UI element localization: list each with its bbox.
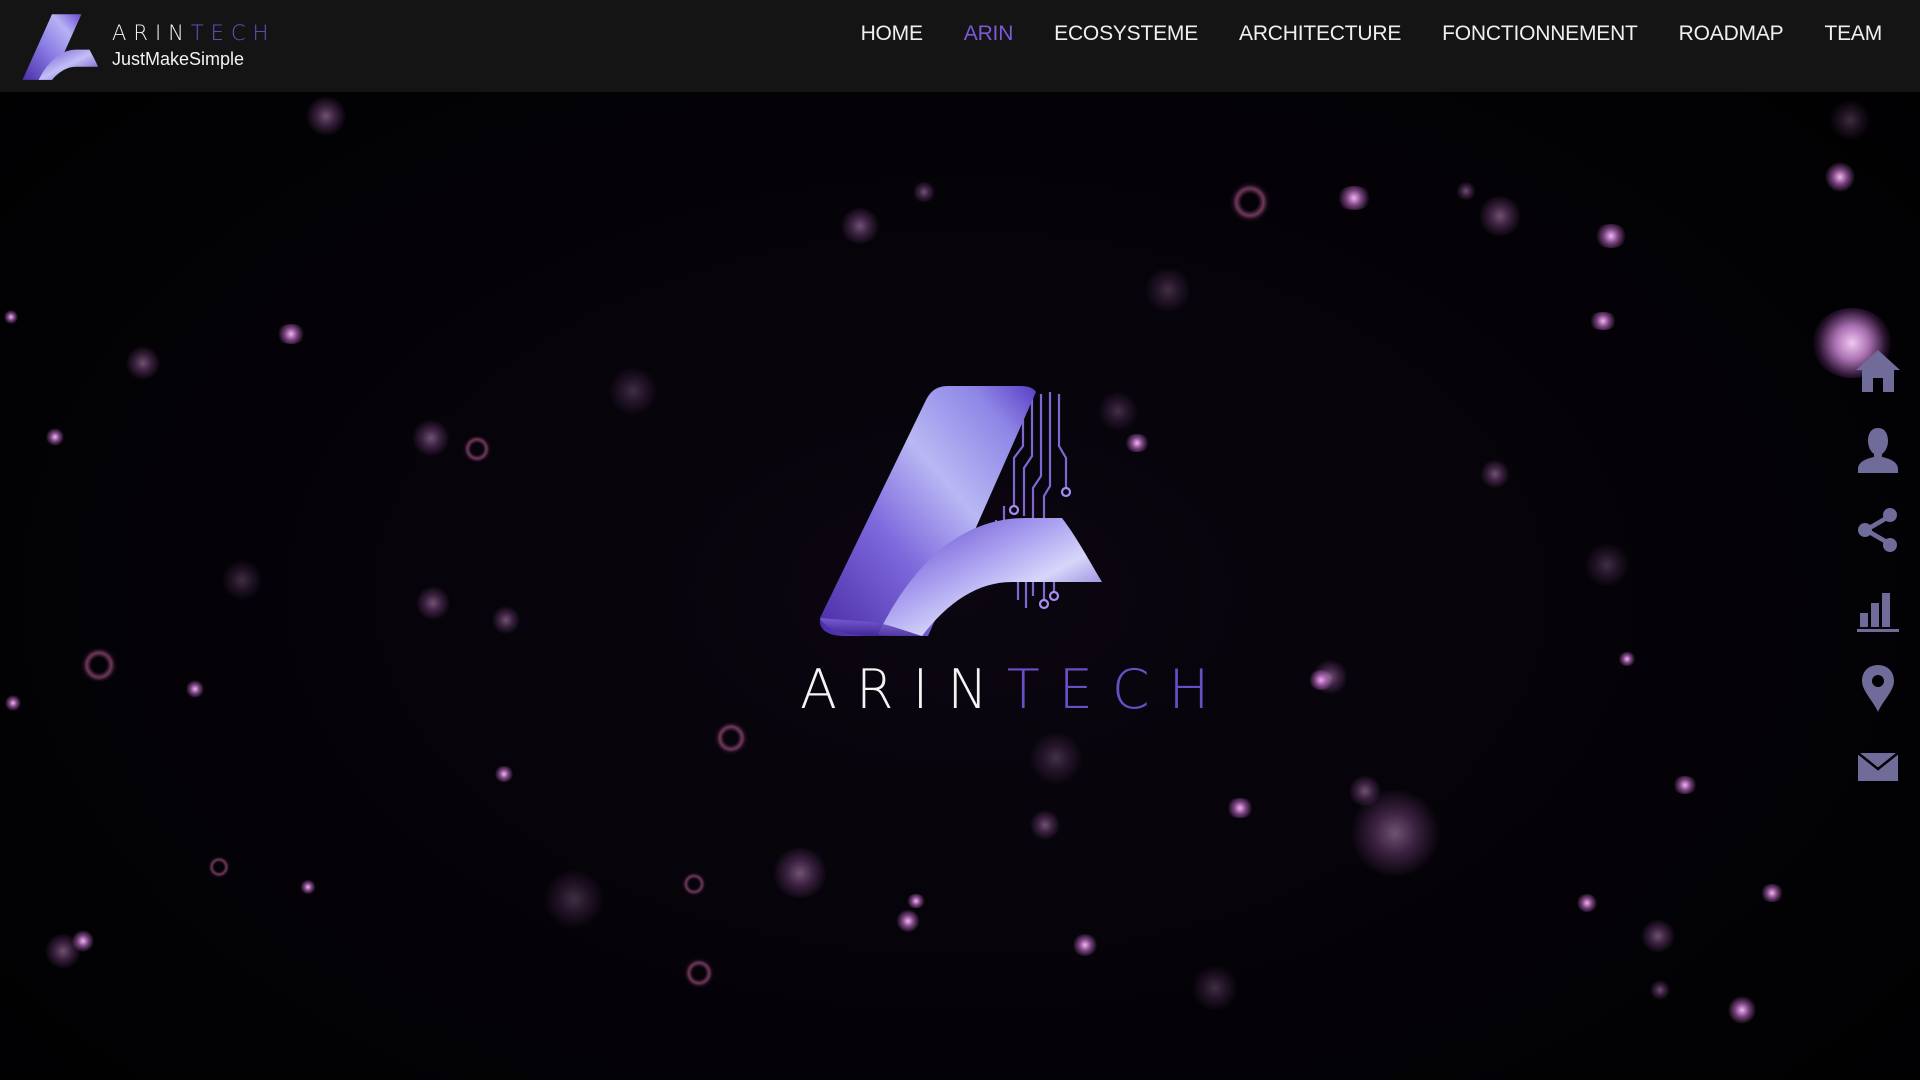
hero-wordmark: ARINTECH [800, 658, 1209, 722]
particle [1124, 434, 1150, 452]
brand-tagline: JustMakeSimple [112, 49, 245, 69]
particle [1098, 392, 1138, 430]
particle [1230, 182, 1270, 222]
arintech-logo-icon [22, 14, 98, 80]
particle [494, 766, 514, 782]
side-nav-home[interactable] [1852, 346, 1904, 398]
particle [684, 958, 714, 988]
particle [4, 310, 18, 324]
particle [1192, 966, 1238, 1010]
particle [1584, 544, 1630, 586]
brand-text: ARINTECH JustMakeSimple [112, 20, 275, 70]
arintech-logo-icon [819, 386, 1102, 636]
share-icon [1858, 508, 1897, 552]
particle [300, 880, 316, 894]
particle [682, 872, 706, 896]
particle [1672, 776, 1698, 794]
brand-logo[interactable]: ARINTECH JustMakeSimple [22, 14, 275, 82]
particle [772, 848, 828, 898]
side-nav-stats[interactable] [1852, 583, 1904, 635]
particle [276, 324, 306, 344]
particle [1336, 186, 1372, 210]
particle [544, 870, 604, 928]
particle [416, 586, 450, 620]
particle [1830, 100, 1870, 140]
particle [1618, 652, 1636, 666]
particle [412, 420, 450, 456]
side-nav [1852, 346, 1904, 820]
particle [1825, 162, 1855, 192]
particle [1456, 182, 1476, 200]
hero-name-part2: TECH [1006, 658, 1229, 721]
particle [44, 934, 82, 968]
particle [46, 428, 64, 446]
page: ARINTECH JustMakeSimple HOME ARIN ECOSYS… [0, 0, 1920, 1080]
particle [72, 930, 94, 952]
particle [840, 208, 880, 244]
particle [1576, 894, 1598, 912]
side-nav-share[interactable] [1852, 504, 1904, 556]
side-nav-location[interactable] [1852, 662, 1904, 714]
particle [1348, 776, 1382, 806]
mail-icon [1857, 752, 1899, 781]
brand-name-part1: ARIN [112, 21, 191, 45]
home-icon [1856, 350, 1900, 392]
particle [1226, 798, 1254, 818]
brand-name-part2: TECH [190, 21, 276, 45]
particle [1594, 224, 1628, 248]
particle [1650, 980, 1670, 1000]
nav-team[interactable]: TEAM [1824, 22, 1882, 46]
particle [1072, 934, 1098, 956]
particle [912, 182, 936, 202]
user-icon [1858, 428, 1898, 473]
main-nav: HOME ARIN ECOSYSTEME ARCHITECTURE FONCTI… [861, 22, 1883, 46]
brand-name: ARINTECH [112, 20, 275, 46]
top-navbar: ARINTECH JustMakeSimple HOME ARIN ECOSYS… [0, 0, 1920, 92]
side-nav-profile[interactable] [1852, 425, 1904, 477]
particle [222, 560, 262, 600]
nav-arin[interactable]: ARIN [964, 22, 1014, 46]
particle [1030, 810, 1060, 840]
particle [126, 346, 160, 380]
particle [714, 722, 748, 754]
particle [462, 436, 492, 462]
particle [208, 856, 230, 878]
particle [1588, 312, 1618, 330]
particle [186, 680, 204, 698]
particle [906, 894, 926, 908]
particle [896, 910, 920, 932]
nav-fonctionnement[interactable]: FONCTIONNEMENT [1442, 22, 1638, 46]
particle [1308, 670, 1334, 690]
particle [1760, 884, 1784, 902]
particle [1312, 660, 1348, 694]
particle [306, 96, 346, 136]
particle [1480, 460, 1510, 488]
particle [1478, 196, 1522, 236]
particle [1350, 790, 1440, 876]
nav-architecture[interactable]: ARCHITECTURE [1239, 22, 1401, 46]
nav-home[interactable]: HOME [861, 22, 923, 46]
particle [608, 368, 658, 414]
map-pin-icon [1862, 665, 1894, 712]
hero-name-part1: ARIN [800, 658, 1007, 721]
particle [5, 695, 21, 711]
particle [492, 606, 520, 634]
nav-roadmap[interactable]: ROADMAP [1679, 22, 1784, 46]
particle [1728, 996, 1756, 1024]
particle [1640, 920, 1676, 952]
particle [1144, 268, 1192, 312]
particle [80, 648, 118, 682]
bar-chart-icon [1857, 593, 1899, 632]
side-nav-contact[interactable] [1852, 741, 1904, 793]
nav-ecosysteme[interactable]: ECOSYSTEME [1054, 22, 1198, 46]
particle [1030, 732, 1082, 784]
